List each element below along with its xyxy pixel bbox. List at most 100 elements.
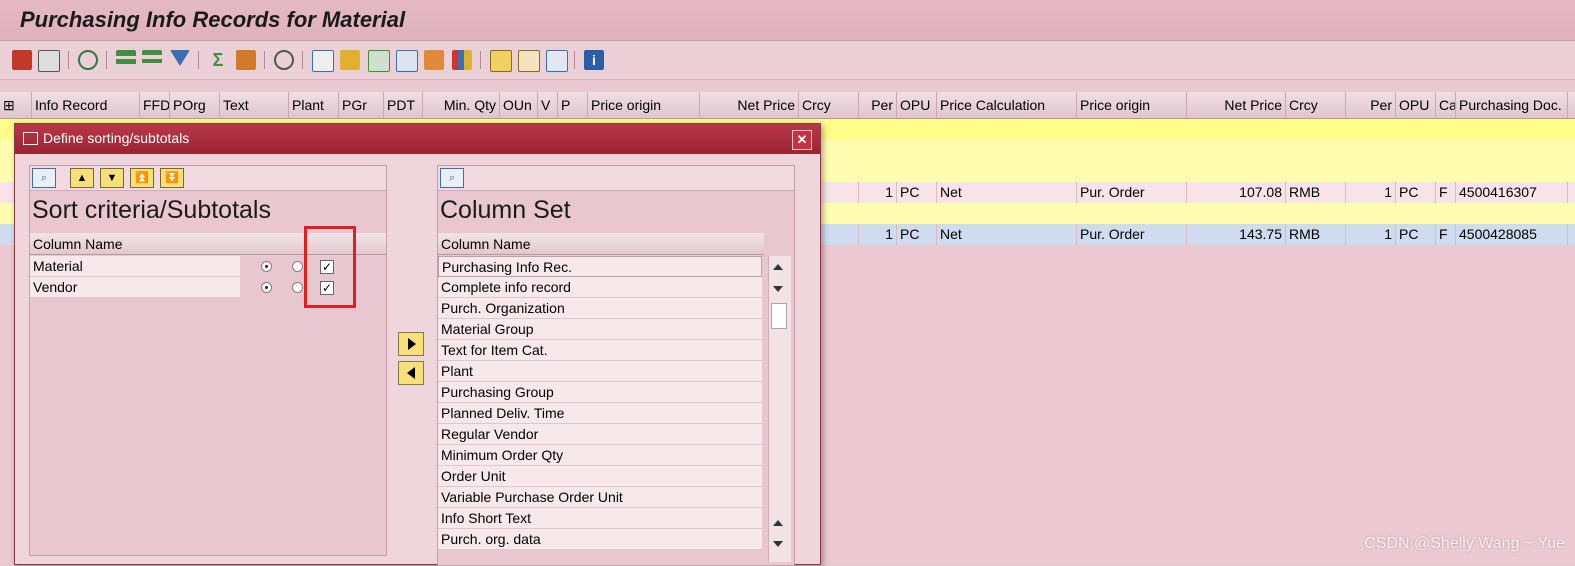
- select-layout-icon[interactable]: [518, 50, 540, 72]
- col-header[interactable]: OPU: [1396, 92, 1436, 118]
- column-set-panel: ⌕ Column Set Column Name Purchasing Info…: [437, 165, 795, 566]
- cell-net-price: 143.75: [1187, 224, 1286, 245]
- col-header[interactable]: Plant: [289, 92, 339, 118]
- info-icon[interactable]: i: [584, 50, 604, 70]
- local-file-icon[interactable]: [424, 50, 444, 70]
- cell-net-price: 107.08: [1187, 182, 1286, 203]
- cell-opu: PC: [897, 224, 937, 245]
- list-item[interactable]: Vendor: [30, 277, 240, 298]
- col-header[interactable]: Price Calculation: [937, 92, 1077, 118]
- list-item[interactable]: Order Unit: [438, 466, 762, 487]
- table-icon[interactable]: [38, 50, 60, 72]
- list-item[interactable]: Text for Item Cat.: [438, 340, 762, 361]
- list-item[interactable]: Purch. Organization: [438, 298, 762, 319]
- descending-radio[interactable]: [292, 261, 303, 272]
- move-top-button[interactable]: ⏫: [130, 168, 154, 188]
- export-icon[interactable]: [340, 50, 360, 70]
- col-header[interactable]: Price origin: [1077, 92, 1187, 118]
- sort-criteria-panel: ⌕ ▲ ▼ ⏫ ⏬ Sort criteria/Subtotals Column…: [29, 165, 387, 556]
- list-item[interactable]: Planned Deliv. Time: [438, 403, 762, 424]
- close-button[interactable]: ✕: [792, 130, 812, 150]
- filter-icon[interactable]: [170, 50, 190, 66]
- add-column-button[interactable]: [398, 332, 424, 356]
- col-header[interactable]: PDT: [384, 92, 423, 118]
- col-header[interactable]: OPU: [897, 92, 937, 118]
- column-name-header: Column Name: [30, 233, 240, 255]
- list-item[interactable]: Regular Vendor: [438, 424, 762, 445]
- col-header[interactable]: Min. Qty: [423, 92, 500, 118]
- dialog-icon: [23, 132, 38, 145]
- col-header[interactable]: Info Record: [32, 92, 140, 118]
- print-preview-icon[interactable]: [312, 50, 334, 72]
- list-item[interactable]: Material: [30, 256, 240, 277]
- move-up-button[interactable]: ▲: [70, 168, 94, 188]
- col-header[interactable]: POrg: [170, 92, 220, 118]
- list-item[interactable]: Purchasing Group: [438, 382, 762, 403]
- sort-desc-icon[interactable]: [142, 50, 162, 70]
- remove-column-button[interactable]: [398, 361, 424, 385]
- descending-radio[interactable]: [292, 282, 303, 293]
- graphic-icon[interactable]: [452, 50, 472, 70]
- col-header[interactable]: Crcy: [799, 92, 859, 118]
- cell-purchasing-doc[interactable]: 4500428085: [1456, 224, 1568, 245]
- word-icon[interactable]: [396, 50, 418, 72]
- cell-ca: F: [1436, 224, 1456, 245]
- col-header[interactable]: Price origin: [588, 92, 700, 118]
- list-item[interactable]: Minimum Order Qty: [438, 445, 762, 466]
- details-icon[interactable]: [12, 50, 32, 70]
- col-header[interactable]: OUn: [500, 92, 538, 118]
- settings-icon[interactable]: [274, 50, 294, 70]
- scroll-thumb[interactable]: [771, 303, 787, 329]
- descending-icon: [268, 233, 296, 255]
- col-header[interactable]: Text: [220, 92, 289, 118]
- list-item[interactable]: Complete info record: [438, 277, 762, 298]
- toolbar: Σ i: [0, 41, 1575, 80]
- page-title: Purchasing Info Records for Material: [20, 7, 406, 32]
- find-icon[interactable]: [78, 50, 98, 70]
- col-header[interactable]: Crcy: [1286, 92, 1346, 118]
- subtotal-icon[interactable]: [236, 50, 256, 70]
- dialog-title-bar[interactable]: Define sorting/subtotals ✕: [15, 124, 820, 154]
- move-bottom-button[interactable]: ⏬: [160, 168, 184, 188]
- ascending-radio[interactable]: [261, 282, 272, 293]
- save-layout-icon[interactable]: [546, 50, 568, 72]
- cell-per: 1: [1346, 224, 1396, 245]
- col-header[interactable]: P: [558, 92, 588, 118]
- scroll-up-icon[interactable]: [773, 264, 783, 270]
- col-header[interactable]: Net Price: [700, 92, 799, 118]
- page-down-icon[interactable]: [773, 541, 783, 547]
- spreadsheet-icon[interactable]: [368, 50, 390, 72]
- cell-opu: PC: [897, 182, 937, 203]
- column-set-scrollbar[interactable]: [768, 256, 791, 562]
- col-header[interactable]: Net Price: [1187, 92, 1286, 118]
- col-header[interactable]: Per: [1346, 92, 1396, 118]
- sum-icon[interactable]: Σ: [208, 50, 228, 70]
- cell-price-calc: Net: [937, 224, 1077, 245]
- col-header[interactable]: Ca: [1436, 92, 1456, 118]
- col-header[interactable]: FFD: [140, 92, 170, 118]
- cell-purchasing-doc[interactable]: 4500416307: [1456, 182, 1568, 203]
- cell-price-calc: Net: [937, 182, 1077, 203]
- grid-header: ⊞ Info Record FFD POrg Text Plant PGr PD…: [0, 92, 1575, 119]
- list-item[interactable]: Purchasing Info Rec.: [438, 256, 762, 277]
- cell-ca: F: [1436, 182, 1456, 203]
- sort-criteria-title: Sort criteria/Subtotals: [32, 196, 271, 224]
- change-layout-icon[interactable]: [490, 50, 512, 72]
- find-icon[interactable]: ⌕: [440, 168, 464, 188]
- list-item[interactable]: Purch. org. data: [438, 529, 762, 550]
- col-header[interactable]: Purchasing Doc.: [1456, 92, 1568, 118]
- scroll-down-icon[interactable]: [773, 286, 783, 292]
- page-up-icon[interactable]: [773, 520, 783, 526]
- move-down-button[interactable]: ▼: [100, 168, 124, 188]
- col-header[interactable]: PGr: [339, 92, 384, 118]
- list-item[interactable]: Info Short Text: [438, 508, 762, 529]
- col-header[interactable]: V: [538, 92, 558, 118]
- find-icon[interactable]: ⌕: [32, 168, 56, 188]
- select-all-icon[interactable]: ⊞: [0, 92, 32, 118]
- list-item[interactable]: Plant: [438, 361, 762, 382]
- list-item[interactable]: Material Group: [438, 319, 762, 340]
- list-item[interactable]: Variable Purchase Order Unit: [438, 487, 762, 508]
- col-header[interactable]: Per: [859, 92, 897, 118]
- sort-asc-icon[interactable]: [116, 50, 136, 70]
- ascending-radio[interactable]: [261, 261, 272, 272]
